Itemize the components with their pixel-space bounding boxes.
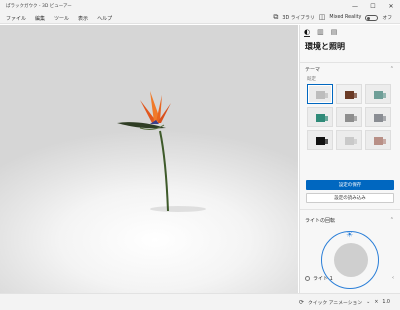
3d-viewport[interactable] [0,25,298,293]
zoom-value[interactable]: 1.0 [382,300,390,305]
3d-library-button[interactable]: 3D ライブラリ [282,14,314,21]
theme-sublabel: 既定 [307,77,316,82]
save-settings-button[interactable]: 設定の保存 [306,180,394,190]
quick-animation-button[interactable]: クイック アニメーション [308,299,362,306]
mixed-reality-toggle[interactable] [365,14,379,21]
theme-preview-shape [380,116,386,121]
panel-title: 環境と照明 [305,42,345,51]
menu-tools[interactable]: ツール [54,15,69,22]
theme-tile[interactable] [365,84,391,104]
minimize-button[interactable]: — [346,0,364,12]
mixed-reality-button[interactable]: Mixed Reality [329,15,361,20]
theme-preview-shape [351,139,357,144]
title-bar: ぱラックガウク - 3D ビューアー — ☐ ✕ [0,0,400,12]
divider [300,62,400,63]
theme-preview-shape [351,93,357,98]
3d-library-icon[interactable]: ⧉ [273,14,278,21]
load-settings-button[interactable]: 設定の読み込み [306,193,394,203]
animation-icon[interactable]: ⟳ [299,299,304,306]
menu-bar: ファイル 編集 ツール 表示 ヘルプ ⧉ 3D ライブラリ ◫ Mixed Re… [0,12,400,24]
theme-grid [307,84,391,150]
theme-preview-shape [351,116,357,121]
theme-preview-shape [322,116,328,121]
theme-preview-shape [322,139,328,144]
theme-tile[interactable] [307,130,333,150]
panel-tabs: ◐ ▥ ▤ [304,28,337,37]
theme-tile[interactable] [336,84,362,104]
tab-stats[interactable]: ▥ [317,28,324,37]
theme-tile[interactable] [307,84,333,104]
toggle-state-label: オフ [382,16,392,21]
theme-section-header[interactable]: テーマ [305,66,320,73]
status-bar: ⟳ クイック アニメーション ⌄ × 1.0 [0,293,400,310]
theme-tile[interactable] [365,130,391,150]
tab-inspect[interactable]: ▤ [331,28,338,37]
window-controls: — ☐ ✕ [346,0,400,12]
divider [300,209,400,210]
menu-edit[interactable]: 編集 [35,15,45,22]
light-1-radio[interactable] [305,276,310,281]
theme-tile[interactable] [336,107,362,127]
close-button[interactable]: ✕ [382,0,400,12]
light-1-row[interactable]: ライト 1 [305,275,333,282]
mixed-reality-icon[interactable]: ◫ [319,14,326,21]
chevron-up-icon[interactable]: ⌃ [390,66,394,72]
chevron-down-icon[interactable]: ⌄ [366,299,370,306]
toggle-knob [367,16,371,20]
light-1-label: ライト 1 [313,276,333,282]
theme-preview-shape [322,93,328,98]
theme-tile[interactable] [365,107,391,127]
maximize-button[interactable]: ☐ [364,0,382,12]
menu-help[interactable]: ヘルプ [97,15,112,22]
tab-environment[interactable]: ◐ [304,28,311,37]
chevron-left-icon[interactable]: ‹ [392,275,394,281]
toolbar-right: ⧉ 3D ライブラリ ◫ Mixed Reality オフ [273,14,392,22]
bird-of-paradise-model [117,91,206,212]
theme-preview-shape [380,139,386,144]
menu-file[interactable]: ファイル [6,15,26,22]
theme-preview-shape [380,93,386,98]
window-title: ぱラックガウク - 3D ビューアー [6,4,72,9]
theme-tile[interactable] [336,130,362,150]
environment-panel: ◐ ▥ ▤ 環境と照明 テーマ ⌃ 既定 設定の保存 設定の読み込み ライトの回… [299,25,400,293]
menu-list: ファイル 編集 ツール 表示 ヘルプ [6,15,112,22]
chevron-up-icon[interactable]: ⌃ [390,217,394,223]
light-sphere-preview[interactable] [334,243,368,277]
theme-tile[interactable] [307,107,333,127]
status-right: ⟳ クイック アニメーション ⌄ × 1.0 [299,299,390,306]
light-rotation-header[interactable]: ライトの回転 [305,217,335,224]
zoom-prefix: × [374,300,379,305]
menu-view[interactable]: 表示 [78,15,88,22]
